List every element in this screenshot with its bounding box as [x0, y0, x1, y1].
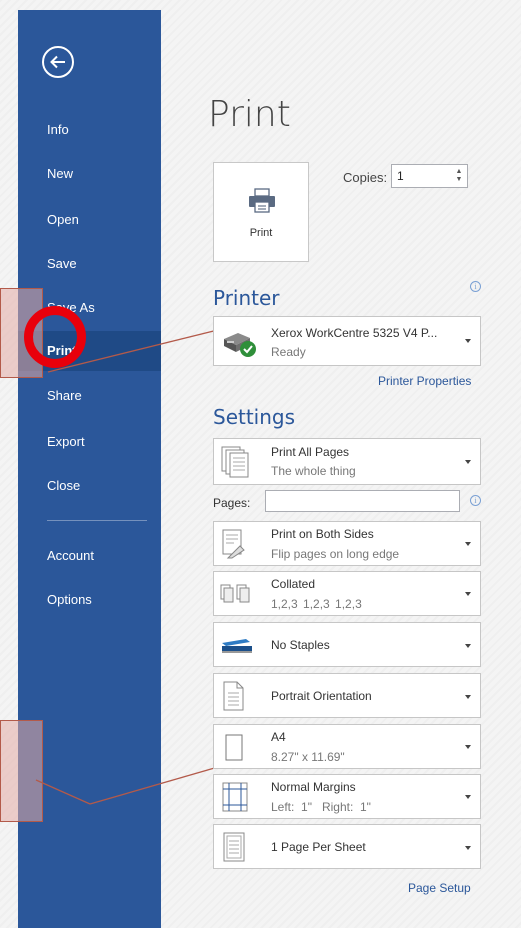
nav-item-close[interactable]: Close — [18, 466, 161, 506]
pages-input[interactable] — [265, 490, 460, 512]
copies-label: Copies: — [343, 170, 388, 185]
margins-select[interactable]: Normal Margins Left: 1" Right: 1" — [213, 774, 481, 819]
printer-name: Xerox WorkCentre 5325 V4 P... — [271, 326, 438, 340]
nav-item-open[interactable]: Open — [18, 200, 161, 240]
staples-select[interactable]: No Staples — [213, 622, 481, 667]
stapler-icon — [222, 639, 252, 653]
setting-title: Print All Pages — [271, 445, 350, 459]
spinner-up-icon[interactable]: ▲ — [454, 168, 464, 176]
info-icon[interactable]: i — [470, 281, 481, 292]
duplex-select[interactable]: Print on Both Sides Flip pages on long e… — [213, 521, 481, 566]
pages-stack-icon — [221, 446, 249, 478]
back-arrow-icon — [50, 55, 65, 69]
nav-item-info[interactable]: Info — [18, 110, 161, 150]
margins-icon — [222, 782, 248, 812]
chevron-down-icon — [465, 695, 471, 699]
printer-heading: Printer — [213, 286, 280, 310]
paper-size-icon — [225, 734, 243, 761]
nav-item-export[interactable]: Export — [18, 422, 161, 462]
duplex-icon — [222, 529, 245, 559]
nav-item-share[interactable]: Share — [18, 376, 161, 416]
setting-subtitle: The whole thing — [271, 464, 356, 478]
setting-subtitle: Flip pages on long edge — [271, 547, 400, 561]
portrait-page-icon — [223, 681, 244, 711]
copies-value: 1 — [397, 169, 404, 183]
chevron-down-icon — [465, 795, 471, 799]
printer-ready-icon — [224, 333, 256, 357]
info-icon[interactable]: i — [470, 495, 481, 506]
chevron-down-icon — [465, 644, 471, 648]
nav-item-options[interactable]: Options — [18, 580, 161, 620]
chevron-down-icon — [465, 339, 471, 343]
back-button[interactable] — [42, 46, 74, 78]
setting-title: Portrait Orientation — [271, 689, 372, 703]
setting-subtitle: 8.27" x 11.69" — [271, 750, 345, 764]
highlight-circle — [24, 306, 86, 368]
collated-icon — [220, 584, 250, 603]
nav-item-save[interactable]: Save — [18, 244, 161, 284]
setting-title: Print on Both Sides — [271, 527, 374, 541]
setting-subtitle: 1,2,3 1,2,3 1,2,3 — [271, 597, 362, 611]
paper-size-select[interactable]: A4 8.27" x 11.69" — [213, 724, 481, 769]
print-button-label: Print — [249, 227, 273, 239]
setting-title: A4 — [271, 730, 286, 744]
nav-item-account[interactable]: Account — [18, 536, 161, 576]
callout-box-bottom — [0, 720, 43, 822]
collation-select[interactable]: Collated 1,2,3 1,2,3 1,2,3 — [213, 571, 481, 616]
printer-properties-link[interactable]: Printer Properties — [378, 374, 471, 388]
printer-icon — [249, 188, 275, 213]
chevron-down-icon — [465, 592, 471, 596]
single-page-icon — [223, 832, 245, 862]
copies-spinner[interactable]: ▲ ▼ — [454, 168, 464, 184]
chevron-down-icon — [465, 745, 471, 749]
setting-title: 1 Page Per Sheet — [271, 840, 366, 854]
chevron-down-icon — [465, 846, 471, 850]
nav-item-new[interactable]: New — [18, 154, 161, 194]
spinner-down-icon[interactable]: ▼ — [454, 176, 464, 184]
setting-title: No Staples — [271, 638, 330, 652]
chevron-down-icon — [465, 542, 471, 546]
orientation-select[interactable]: Portrait Orientation — [213, 673, 481, 718]
page-setup-link[interactable]: Page Setup — [408, 881, 471, 895]
pages-label: Pages: — [213, 496, 251, 510]
setting-title: Normal Margins — [271, 780, 356, 794]
printer-status: Ready — [271, 345, 306, 359]
setting-subtitle: Left: 1" Right: 1" — [271, 800, 371, 814]
print-range-select[interactable]: Print All Pages The whole thing — [213, 438, 481, 485]
page-title: Print — [208, 94, 291, 135]
settings-heading: Settings — [213, 405, 296, 429]
copies-input[interactable]: 1 ▲ ▼ — [391, 164, 468, 188]
printer-select[interactable]: Xerox WorkCentre 5325 V4 P... Ready — [213, 316, 481, 366]
setting-title: Collated — [271, 577, 316, 591]
chevron-down-icon — [465, 460, 471, 464]
print-button[interactable]: Print — [213, 162, 309, 262]
nav-divider — [47, 520, 147, 521]
pages-per-sheet-select[interactable]: 1 Page Per Sheet — [213, 824, 481, 869]
